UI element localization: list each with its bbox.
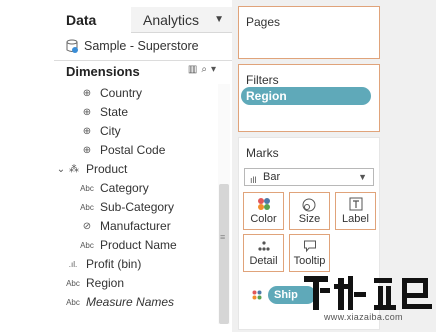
abc-icon: Abc	[80, 184, 94, 193]
scrollbar-thumb[interactable]	[219, 184, 229, 324]
label-label: Label	[342, 213, 369, 225]
field-product-hierarchy[interactable]: ⌄ ⁂ Product	[0, 160, 218, 179]
field-product-name[interactable]: Abc Product Name	[0, 236, 218, 255]
detail-label: Detail	[249, 255, 278, 267]
divider	[54, 60, 232, 61]
filter-pill-region[interactable]: Region	[241, 87, 371, 105]
field-region[interactable]: Abc Region	[0, 274, 218, 293]
watermark-logo	[304, 276, 432, 310]
field-label: City	[100, 124, 121, 138]
field-country[interactable]: ⊕ Country	[0, 84, 218, 103]
field-postal-code[interactable]: ⊕ Postal Code	[0, 141, 218, 160]
field-label: Postal Code	[100, 143, 166, 157]
dimensions-title: Dimensions	[66, 64, 140, 79]
field-sub-category[interactable]: Abc Sub-Category	[0, 198, 218, 217]
globe-icon: ⊕	[82, 145, 92, 156]
tooltip-label: Tooltip	[293, 255, 326, 267]
field-state[interactable]: ⊕ State	[0, 103, 218, 122]
filters-shelf[interactable]: Filters Region	[238, 64, 380, 132]
field-label: Manufacturer	[100, 219, 171, 233]
chevron-down-icon[interactable]: ▼	[214, 7, 224, 33]
watermark-url: www.xiazaiba.com	[324, 312, 403, 322]
label-button[interactable]: Label	[335, 192, 376, 230]
tooltip-button[interactable]: Tooltip	[289, 234, 330, 272]
dimension-field-list: ⊕ Country ⊕ State ⊕ City ⊕ Postal Code ⌄…	[0, 84, 218, 312]
abc-icon: Abc	[66, 279, 80, 288]
dimensions-header: Dimensions ▥ ⌕ ▾	[66, 63, 222, 81]
tab-analytics[interactable]: Analytics ▼	[131, 7, 232, 33]
color-label: Color	[250, 213, 277, 225]
scroll-grip-icon: ≡	[220, 232, 226, 242]
detail-button[interactable]: Detail	[243, 234, 284, 272]
field-label: Category	[100, 181, 149, 195]
filters-title: Filters	[246, 73, 279, 87]
field-manufacturer[interactable]: ⊘ Manufacturer	[0, 217, 218, 236]
mark-type-dropdown[interactable]: ıll Bar ▼	[244, 168, 374, 186]
search-icon[interactable]: ⌕	[201, 64, 207, 75]
field-label: Measure Names	[86, 295, 175, 309]
detail-dots-icon	[244, 239, 283, 255]
chevron-down-icon: ▼	[358, 172, 367, 182]
field-label: Product Name	[100, 238, 177, 252]
globe-icon: ⊕	[82, 126, 92, 137]
color-button[interactable]: Color	[243, 192, 284, 230]
size-icon	[290, 197, 329, 213]
tab-analytics-label: Analytics	[143, 12, 200, 28]
color-dots-icon	[244, 197, 283, 213]
collapse-chevron-icon[interactable]: ⌄	[54, 160, 68, 179]
field-label: Region	[86, 276, 125, 290]
globe-icon: ⊕	[82, 88, 92, 99]
abc-icon: Abc	[80, 241, 94, 250]
size-button[interactable]: Size	[289, 192, 330, 230]
mark-type-value: Bar	[263, 171, 281, 183]
field-city[interactable]: ⊕ City	[0, 122, 218, 141]
bin-icon: .ıl.	[68, 260, 78, 269]
field-label: Product	[86, 162, 128, 176]
field-label: Country	[100, 86, 143, 100]
bar-chart-icon: ıll	[250, 175, 257, 185]
pages-title: Pages	[246, 15, 281, 29]
field-category[interactable]: Abc Category	[0, 179, 218, 198]
pages-shelf[interactable]: Pages	[238, 6, 380, 59]
field-label: Sub-Category	[100, 200, 175, 214]
menu-chevron-icon[interactable]: ▾	[211, 64, 216, 75]
paperclip-icon: ⊘	[82, 221, 92, 232]
dimensions-tools: ▥ ⌕ ▾	[184, 64, 216, 75]
hierarchy-icon: ⁂	[69, 164, 79, 175]
size-label: Size	[298, 213, 321, 225]
data-source[interactable]: Sample - Superstore	[66, 36, 199, 56]
abc-icon: Abc	[66, 298, 80, 307]
pane-tabs: Data Analytics ▼	[54, 7, 232, 34]
color-encoding-icon	[252, 290, 262, 300]
view-toggle-icon[interactable]: ▥	[188, 64, 197, 75]
data-source-name: Sample - Superstore	[84, 39, 199, 53]
marks-title: Marks	[246, 146, 279, 160]
field-measure-names[interactable]: Abc Measure Names	[0, 293, 218, 312]
field-profit-bin[interactable]: .ıl. Profit (bin)	[0, 255, 218, 274]
database-icon	[66, 39, 78, 53]
globe-icon: ⊕	[82, 107, 92, 118]
data-pane: Data Analytics ▼ Sample - Superstore Dim…	[0, 0, 232, 332]
tab-data[interactable]: Data	[54, 7, 130, 34]
text-t-icon	[336, 197, 375, 213]
field-list-scrollbar[interactable]: ≡	[218, 84, 230, 324]
field-label: Profit (bin)	[86, 257, 142, 271]
speech-bubble-icon	[290, 239, 329, 255]
field-label: State	[100, 105, 129, 119]
abc-icon: Abc	[80, 203, 94, 212]
